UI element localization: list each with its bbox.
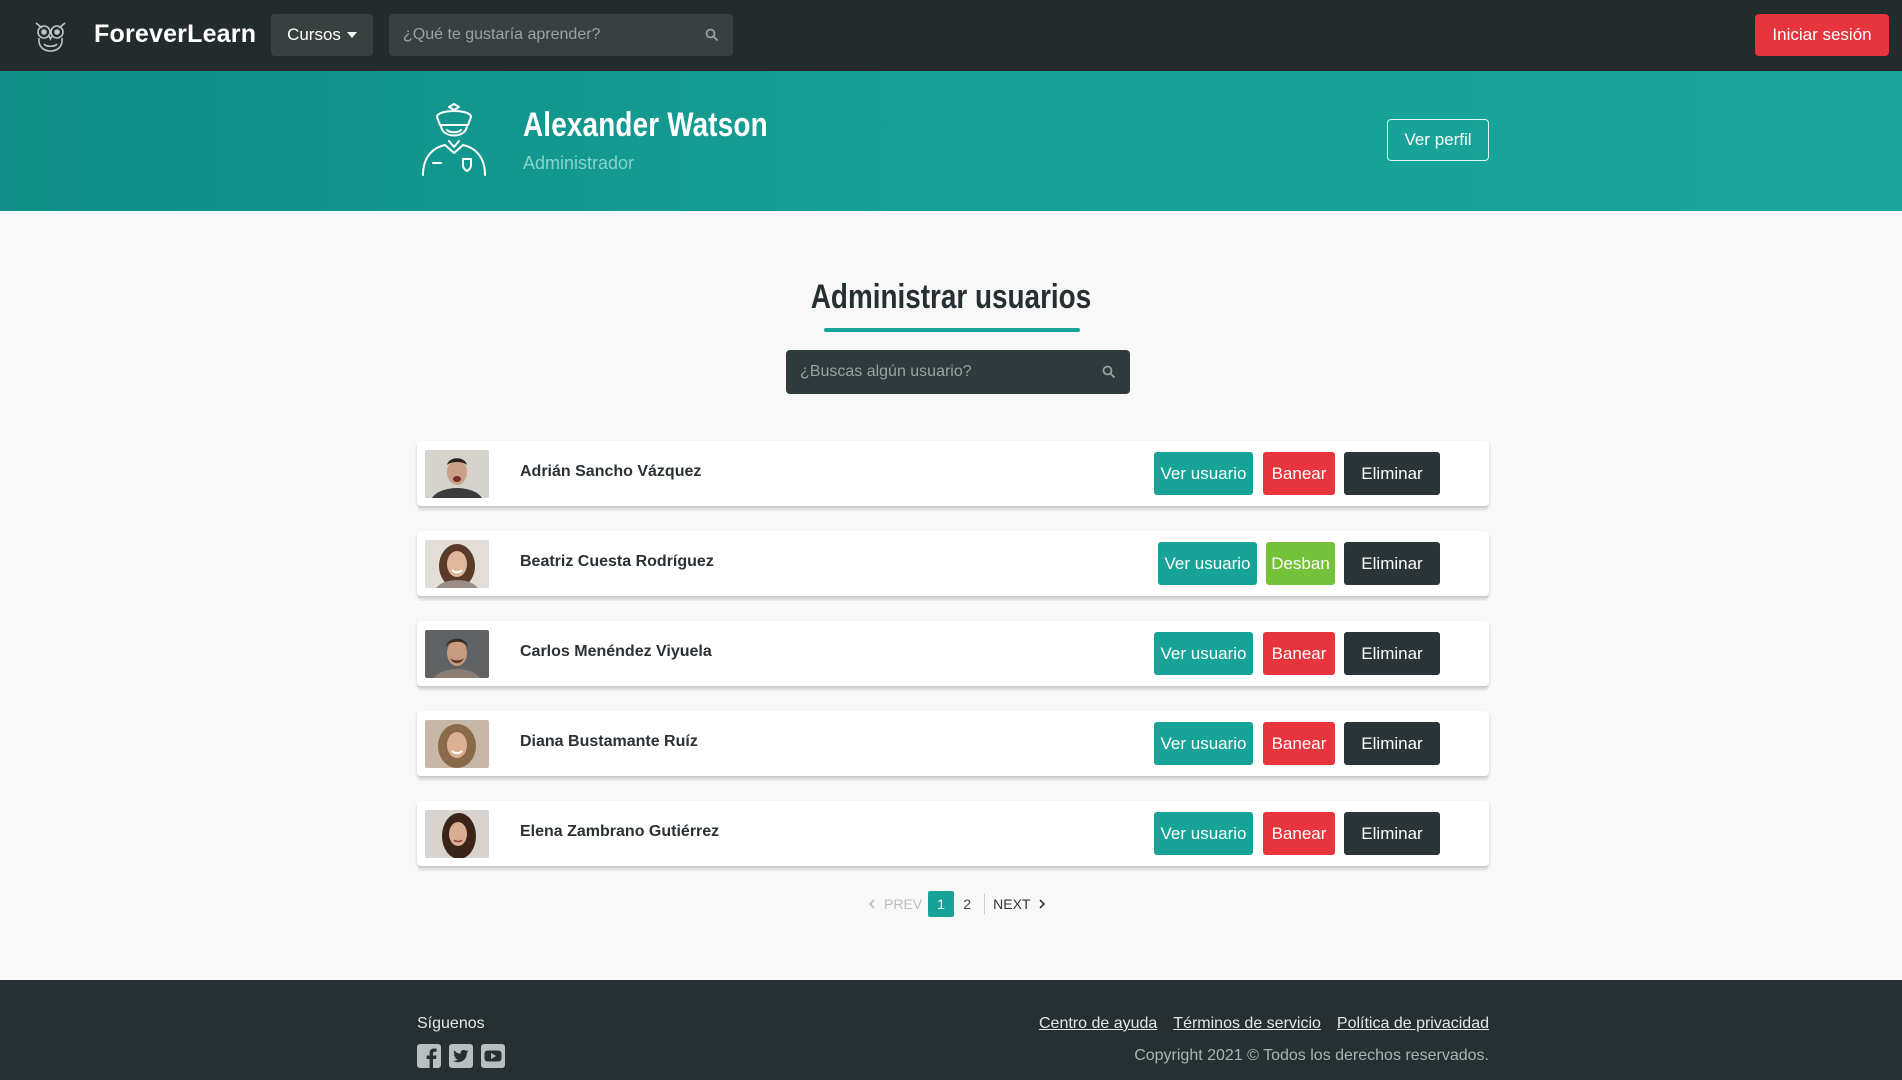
admin-profile-banner xyxy=(0,71,1902,211)
admin-name: Alexander Watson xyxy=(523,106,768,144)
unban-user-button[interactable]: Desban xyxy=(1266,542,1335,585)
view-user-button[interactable]: Ver usuario xyxy=(1154,812,1253,855)
facebook-icon[interactable] xyxy=(417,1044,441,1068)
user-name: Adrián Sancho Vázquez xyxy=(520,463,702,480)
ban-user-button[interactable]: Banear xyxy=(1263,722,1335,765)
chevron-right-icon xyxy=(1039,899,1046,909)
page-title: Administrar usuarios xyxy=(0,278,1902,317)
delete-user-button[interactable]: Eliminar xyxy=(1344,722,1440,765)
user-avatar[interactable] xyxy=(425,720,489,768)
course-search-input[interactable] xyxy=(389,14,733,56)
page-1-button[interactable]: 1 xyxy=(928,891,955,917)
copyright-text: Copyright 2021 © Todos los derechos rese… xyxy=(1134,1047,1489,1064)
user-avatar[interactable] xyxy=(425,630,489,678)
user-name: Carlos Menéndez Viyuela xyxy=(520,643,712,660)
footer xyxy=(0,980,1902,1080)
pagination-divider xyxy=(984,894,986,914)
pagination: PREV 1 2 NEXT xyxy=(866,891,1048,917)
caret-down-icon xyxy=(346,32,357,38)
user-row: Beatriz Cuesta Rodríguez Ver usuario Des… xyxy=(417,531,1489,596)
view-user-button[interactable]: Ver usuario xyxy=(1154,722,1253,765)
user-row: Carlos Menéndez Viyuela Ver usuario Bane… xyxy=(417,621,1489,686)
view-user-button[interactable]: Ver usuario xyxy=(1154,632,1253,675)
login-button[interactable]: Iniciar sesión xyxy=(1755,14,1889,56)
user-name: Diana Bustamante Ruíz xyxy=(520,733,698,750)
help-center-link[interactable]: Centro de ayuda xyxy=(1039,1015,1157,1033)
delete-user-button[interactable]: Eliminar xyxy=(1344,542,1440,585)
user-row: Adrián Sancho Vázquez Ver usuario Banear… xyxy=(417,441,1489,506)
twitter-icon[interactable] xyxy=(449,1044,473,1068)
search-icon[interactable] xyxy=(1102,365,1116,379)
user-avatar[interactable] xyxy=(425,540,489,588)
view-user-button[interactable]: Ver usuario xyxy=(1158,542,1257,585)
footer-links: Centro de ayuda Términos de servicio Pol… xyxy=(1039,1015,1489,1033)
user-name: Elena Zambrano Gutiérrez xyxy=(520,823,720,840)
view-user-button[interactable]: Ver usuario xyxy=(1154,452,1253,495)
view-profile-button[interactable]: Ver perfil xyxy=(1387,119,1489,161)
page-2-button[interactable]: 2 xyxy=(954,891,980,917)
user-search-box xyxy=(786,350,1130,394)
title-underline xyxy=(824,328,1080,332)
prev-page-button[interactable]: PREV xyxy=(866,896,928,912)
admin-role: Administrador xyxy=(523,153,635,173)
courses-label: Cursos xyxy=(287,25,341,44)
owl-logo-icon[interactable] xyxy=(32,17,69,54)
brand-name[interactable]: ForeverLearn xyxy=(94,20,256,49)
user-name: Beatriz Cuesta Rodríguez xyxy=(520,553,714,570)
youtube-icon[interactable] xyxy=(481,1044,505,1068)
police-officer-icon xyxy=(422,103,486,176)
ban-user-button[interactable]: Banear xyxy=(1263,632,1335,675)
user-avatar[interactable] xyxy=(425,450,489,498)
delete-user-button[interactable]: Eliminar xyxy=(1344,812,1440,855)
next-page-button[interactable]: NEXT xyxy=(989,896,1048,912)
privacy-link[interactable]: Política de privacidad xyxy=(1337,1015,1489,1033)
courses-dropdown-button[interactable]: Cursos xyxy=(271,14,373,56)
follow-label: Síguenos xyxy=(417,1015,485,1032)
ban-user-button[interactable]: Banear xyxy=(1263,812,1335,855)
user-row: Diana Bustamante Ruíz Ver usuario Banear… xyxy=(417,711,1489,776)
next-label: NEXT xyxy=(993,896,1031,912)
user-row: Elena Zambrano Gutiérrez Ver usuario Ban… xyxy=(417,801,1489,866)
delete-user-button[interactable]: Eliminar xyxy=(1344,632,1440,675)
user-avatar[interactable] xyxy=(425,810,489,858)
chevron-left-icon xyxy=(868,899,875,909)
prev-label: PREV xyxy=(884,896,923,912)
course-search-box xyxy=(389,14,733,56)
user-search-input[interactable] xyxy=(786,350,1130,394)
search-icon[interactable] xyxy=(705,28,719,42)
delete-user-button[interactable]: Eliminar xyxy=(1344,452,1440,495)
terms-link[interactable]: Términos de servicio xyxy=(1173,1015,1321,1033)
ban-user-button[interactable]: Banear xyxy=(1263,452,1335,495)
page-title-text: Administrar usuarios xyxy=(810,278,1092,316)
